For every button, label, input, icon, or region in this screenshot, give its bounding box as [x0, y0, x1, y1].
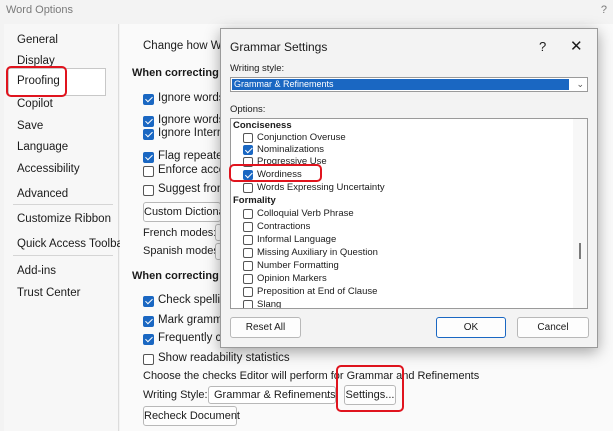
missing-auxiliary-checkbox[interactable] [243, 248, 253, 258]
custom-dictionaries-button[interactable]: Custom Dictionar [143, 202, 228, 222]
recheck-document-button[interactable]: Recheck Document [143, 406, 240, 426]
option-label: Preposition at End of Clause [257, 286, 378, 297]
preposition-end-clause-checkbox[interactable] [243, 287, 253, 297]
check-spelling-checkbox[interactable] [143, 296, 154, 307]
options-scrollbar[interactable] [573, 119, 587, 308]
group-heading: Formality [233, 195, 276, 206]
option-label: Contractions [257, 221, 311, 232]
ignore-numbers-checkbox[interactable] [143, 116, 154, 127]
wordiness-highlight [229, 164, 322, 182]
writing-style-select[interactable]: Grammar & Refinements ⌄ [208, 386, 336, 404]
informal-language-checkbox[interactable] [243, 235, 253, 245]
nominalizations-checkbox[interactable] [243, 145, 253, 155]
sidebar-item-advanced[interactable]: Advanced [17, 188, 68, 200]
sidebar-item-quick-access-toolbar[interactable]: Quick Access Toolbar [17, 238, 127, 250]
slang-checkbox[interactable] [243, 300, 253, 308]
sidebar-item-add-ins[interactable]: Add-ins [17, 265, 56, 277]
readability-stats-checkbox[interactable] [143, 354, 154, 365]
ignore-internet-checkbox[interactable] [143, 129, 154, 140]
sidebar-item-copilot[interactable]: Copilot [17, 98, 53, 110]
sidebar-divider [13, 204, 113, 205]
suggest-main-dictionary-checkbox[interactable] [143, 185, 154, 196]
words-expressing-uncertainty-checkbox[interactable] [243, 183, 253, 193]
writing-style-dropdown[interactable]: Grammar & Refinements ⌄ [230, 77, 588, 92]
option-label: Number Formatting [257, 260, 339, 271]
writing-style-label: Writing Style: [143, 389, 208, 401]
scrollbar-thumb[interactable] [579, 243, 581, 259]
ok-button[interactable]: OK [436, 317, 506, 338]
proofing-highlight [6, 66, 67, 97]
grammar-settings-dialog: Grammar Settings ? ✕ Writing style: Gram… [220, 28, 598, 348]
options-label: Options: [230, 104, 266, 115]
dialog-title: Grammar Settings [230, 40, 328, 54]
group-heading: Conciseness [233, 120, 292, 131]
writing-style-value: Grammar & Refinements [232, 79, 569, 90]
option-label: Slang [257, 299, 282, 309]
window-help-button[interactable]: ? [601, 4, 607, 16]
option-label: Colloquial Verb Phrase [257, 208, 354, 219]
option-label: Words Expressing Uncertainty [257, 182, 385, 193]
french-modes-label: French modes: [143, 227, 217, 239]
close-icon[interactable]: ✕ [570, 37, 583, 55]
ignore-uppercase-checkbox[interactable] [143, 94, 154, 105]
sidebar-item-general[interactable]: General [17, 34, 58, 46]
chevron-down-icon: ⌄ [576, 79, 584, 89]
cancel-button[interactable]: Cancel [517, 317, 589, 338]
option-label: Conjunction Overuse [257, 132, 346, 143]
opinion-markers-checkbox[interactable] [243, 274, 253, 284]
options-list[interactable]: Conciseness Conjunction Overuse Nominali… [230, 118, 588, 309]
writing-style-value: Grammar & Refinements [214, 389, 336, 401]
colloquial-verb-phrase-checkbox[interactable] [243, 209, 253, 219]
chevron-down-icon: ⌄ [323, 390, 331, 400]
contractions-checkbox[interactable] [243, 222, 253, 232]
frequently-confused-checkbox[interactable] [143, 334, 154, 345]
option-label: Nominalizations [257, 144, 325, 155]
window-title: Word Options [6, 4, 74, 16]
mark-grammar-checkbox[interactable] [143, 316, 154, 327]
number-formatting-checkbox[interactable] [243, 261, 253, 271]
sidebar-item-accessibility[interactable]: Accessibility [17, 163, 80, 175]
option-label: Missing Auxiliary in Question [257, 247, 378, 258]
sidebar-item-customize-ribbon[interactable]: Customize Ribbon [17, 213, 111, 225]
settings-highlight [336, 365, 404, 412]
sidebar-item-trust-center[interactable]: Trust Center [17, 287, 80, 299]
sidebar-item-language[interactable]: Language [17, 141, 68, 153]
dialog-help-button[interactable]: ? [539, 39, 546, 54]
sidebar-item-save[interactable]: Save [17, 120, 43, 132]
spanish-modes-label: Spanish modes: [143, 245, 222, 257]
writing-style-label: Writing style: [230, 63, 285, 74]
flag-repeated-checkbox[interactable] [143, 152, 154, 163]
reset-all-button[interactable]: Reset All [230, 317, 301, 338]
sidebar-divider [13, 255, 113, 256]
enforce-accented-checkbox[interactable] [143, 166, 154, 177]
option-label: Opinion Markers [257, 273, 327, 284]
option-label: Informal Language [257, 234, 337, 245]
choose-checks-text: Choose the checks Editor will perform fo… [143, 370, 480, 382]
option-label: Show readability statistics [158, 352, 290, 364]
conjunction-overuse-checkbox[interactable] [243, 133, 253, 143]
